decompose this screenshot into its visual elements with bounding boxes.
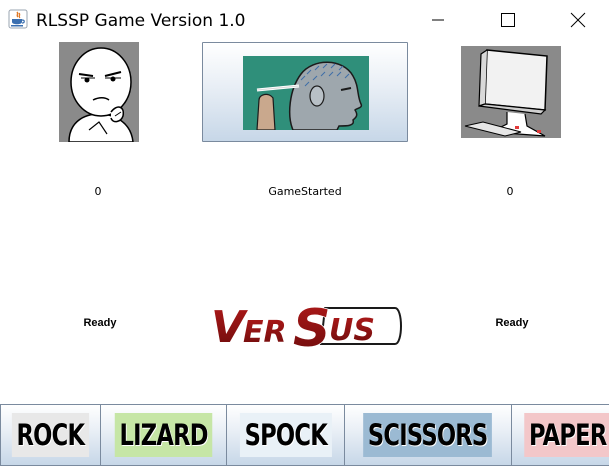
maximize-icon [501, 13, 515, 27]
title-bar: RLSSP Game Version 1.0 [0, 0, 609, 40]
computer-monitor-icon [461, 46, 561, 138]
minimize-icon [432, 19, 444, 21]
lizard-button[interactable]: LIZARD [99, 404, 226, 466]
close-icon [570, 12, 586, 28]
scissors-label: SCISSORS [363, 413, 493, 457]
lizard-label: LIZARD [114, 413, 213, 457]
java-cup-icon [8, 9, 28, 29]
rock-button[interactable]: ROCK [0, 404, 100, 466]
minimize-button[interactable] [408, 0, 468, 40]
scissors-button[interactable]: SCISSORS [344, 404, 511, 466]
spock-button[interactable]: SPOCK [225, 404, 345, 466]
status-image-button[interactable] [202, 42, 408, 142]
choice-button-row: ROCK LIZARD SPOCK SCISSORS PAPER [0, 404, 609, 466]
paper-label: PAPER [524, 413, 609, 457]
thinking-meme-face-icon [59, 42, 139, 142]
versus-logo: V ER S US [210, 298, 402, 354]
svg-text:S: S [293, 299, 330, 354]
computer-state: Ready [495, 317, 529, 329]
computer-score: 0 [506, 185, 514, 198]
game-status: GameStarted [268, 185, 342, 198]
thinking-head-icon [243, 56, 369, 130]
maximize-button[interactable] [478, 0, 538, 40]
window-title: RLSSP Game Version 1.0 [36, 11, 246, 31]
paper-button[interactable]: PAPER [510, 404, 609, 466]
close-button[interactable] [548, 0, 608, 40]
player-score: 0 [94, 185, 102, 198]
svg-text:ER: ER [243, 315, 287, 350]
rock-label: ROCK [11, 413, 89, 457]
player-state: Ready [83, 317, 117, 329]
spock-label: SPOCK [239, 413, 332, 457]
svg-text:US: US [329, 313, 375, 348]
